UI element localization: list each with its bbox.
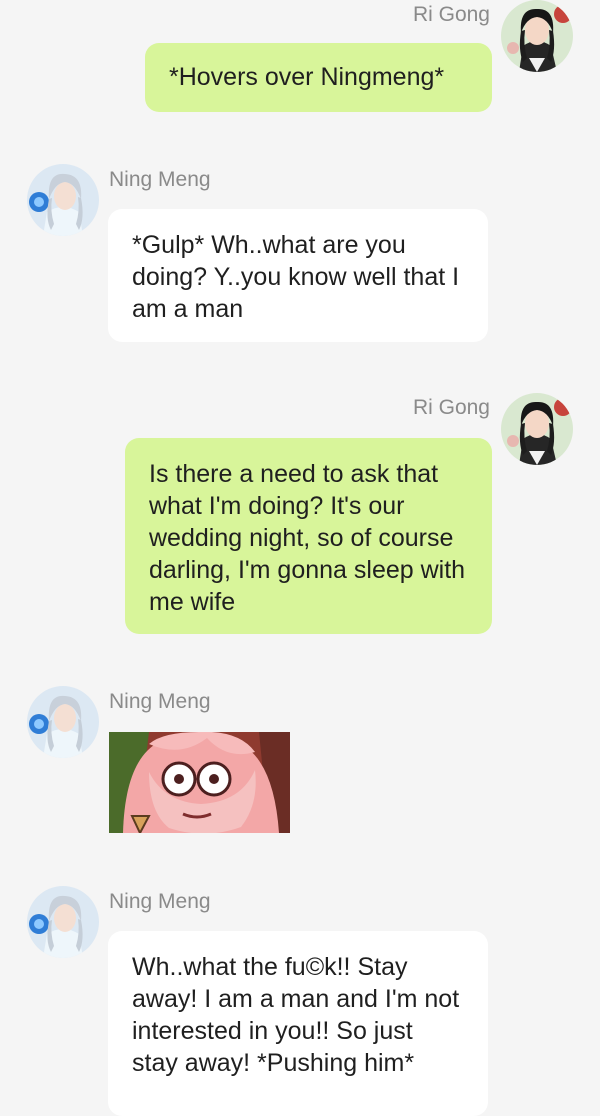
chat-thread[interactable]: Ri Gong *Hovers over Ningmeng* Ning Meng… bbox=[0, 0, 600, 1116]
message-bubble[interactable]: *Hovers over Ningmeng* bbox=[145, 43, 492, 112]
sender-name: Ning Meng bbox=[109, 168, 211, 191]
sender-name: Ning Meng bbox=[109, 690, 211, 713]
message-bubble[interactable]: Wh..what the fu©k!! Stay away! I am a ma… bbox=[108, 931, 488, 1116]
ning-meng-avatar-icon[interactable] bbox=[27, 686, 99, 758]
message-bubble[interactable]: *Gulp* Wh..what are you doing? Y..you kn… bbox=[108, 209, 488, 342]
sender-name: Ri Gong bbox=[412, 3, 490, 26]
sender-name: Ning Meng bbox=[109, 890, 211, 913]
ri-gong-avatar-icon[interactable] bbox=[501, 393, 573, 465]
shocked-pink-haired-anime-face-sticker[interactable] bbox=[109, 732, 290, 833]
ning-meng-avatar-icon[interactable] bbox=[27, 164, 99, 236]
message-bubble[interactable]: Is there a need to ask that what I'm doi… bbox=[125, 438, 492, 634]
sender-name: Ri Gong bbox=[412, 396, 490, 419]
ri-gong-avatar-icon[interactable] bbox=[501, 0, 573, 72]
ning-meng-avatar-icon[interactable] bbox=[27, 886, 99, 958]
